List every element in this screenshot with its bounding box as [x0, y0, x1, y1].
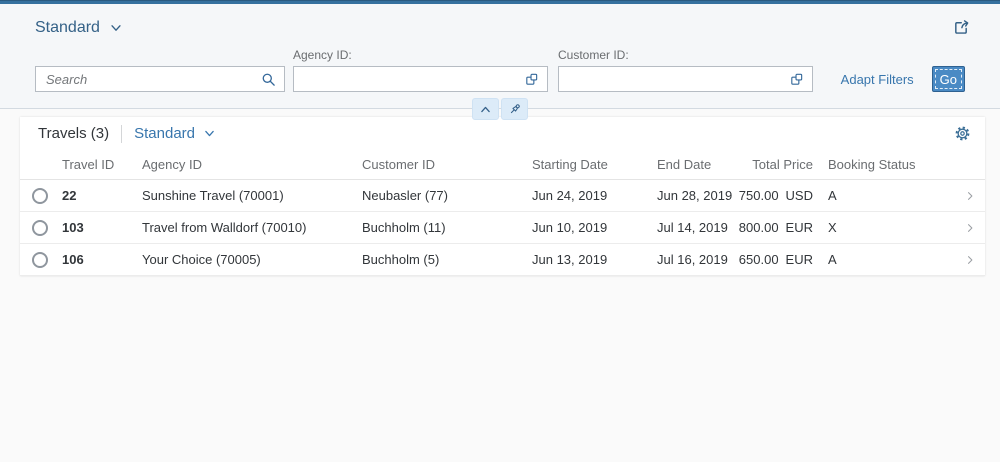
cell-total-price: 750.00 USD [735, 188, 815, 203]
search-field-group [35, 66, 285, 92]
column-header-total-price: Total Price [752, 157, 813, 172]
filter-bar: Agency ID: Customer ID: [0, 44, 1000, 92]
filter-actions: Adapt Filters Go [841, 66, 965, 92]
page-title: Standard [35, 19, 100, 36]
cell-travel-id: 106 [62, 252, 84, 267]
value-help-icon [524, 72, 539, 87]
price-amount: 800.00 [738, 220, 779, 235]
share-button[interactable] [950, 16, 972, 41]
table-row[interactable]: 22 Sunshine Travel (70001) Neubasler (77… [20, 180, 985, 212]
cell-customer-id: Neubasler (77) [362, 188, 448, 203]
chevron-right-icon [964, 190, 976, 202]
cell-starting-date: Jun 13, 2019 [532, 252, 608, 267]
chevron-right-icon [964, 222, 976, 234]
travels-table: Travels (3) Standard Travel ID Agency ID… [20, 117, 985, 276]
dynamic-page-header: Standard Search Agency ID: Customer ID: … [0, 4, 1000, 120]
cell-travel-id: 103 [62, 220, 84, 235]
table-variant-label: Standard [134, 125, 196, 142]
cell-agency-id: Your Choice (70005) [142, 252, 261, 267]
cell-booking-status: X [828, 220, 837, 235]
search-input[interactable] [46, 71, 259, 87]
cell-booking-status: A [828, 188, 837, 203]
cell-total-price: 800.00 EUR [735, 220, 815, 235]
row-select-radio[interactable] [32, 219, 48, 236]
chevron-up-icon [479, 103, 492, 116]
cell-total-price: 650.00 EUR [735, 252, 815, 267]
customer-id-label: Customer ID: [558, 48, 629, 62]
table-row[interactable]: 103 Travel from Walldorf (70010) Buchhol… [20, 212, 985, 244]
row-select-radio[interactable] [32, 251, 48, 268]
title-row: Standard [0, 4, 1000, 44]
table-variant-selector[interactable]: Standard [134, 125, 216, 142]
search-button[interactable] [259, 72, 278, 87]
agency-id-field-group: Agency ID: [293, 48, 548, 92]
column-header-travel-id: Travel ID [62, 157, 115, 172]
gear-icon [954, 125, 971, 142]
table-title: Travels (3) [38, 125, 110, 142]
table-header-row: Travel ID Agency ID Customer ID Starting… [20, 150, 985, 180]
go-button[interactable]: Go [931, 66, 965, 92]
search-input-box [35, 66, 285, 92]
header-anchor-buttons [472, 98, 528, 120]
pin-header-button[interactable] [501, 98, 528, 120]
table-row[interactable]: 106 Your Choice (70005) Buchholm (5) Jun… [20, 244, 985, 276]
row-select-radio[interactable] [32, 187, 48, 204]
customer-id-input[interactable] [569, 71, 787, 87]
column-header-booking-status: Booking Status [828, 157, 916, 172]
price-currency: EUR [785, 252, 813, 267]
price-amount: 650.00 [738, 252, 779, 267]
toolbar-separator [121, 124, 123, 143]
cell-customer-id: Buchholm (5) [362, 252, 440, 267]
column-header-starting-date: Starting Date [532, 157, 608, 172]
chevron-down-icon [109, 21, 123, 35]
agency-id-label: Agency ID: [293, 48, 352, 62]
customer-id-value-help-button[interactable] [787, 72, 806, 87]
price-amount: 750.00 [738, 188, 779, 203]
agency-id-input[interactable] [304, 71, 522, 87]
price-currency: USD [785, 188, 813, 203]
cell-travel-id: 22 [62, 188, 77, 203]
customer-id-input-box [558, 66, 813, 92]
chevron-down-icon [203, 127, 216, 140]
cell-end-date: Jun 28, 2019 [657, 188, 733, 203]
table-toolbar: Travels (3) Standard [20, 117, 985, 150]
page-variant-selector[interactable]: Standard [35, 19, 123, 37]
search-icon [261, 72, 276, 87]
share-icon [952, 18, 970, 36]
column-header-end-date: End Date [657, 157, 712, 172]
agency-id-input-box [293, 66, 548, 92]
column-header-agency-id: Agency ID [142, 157, 202, 172]
cell-starting-date: Jun 10, 2019 [532, 220, 608, 235]
page-content: Travels (3) Standard Travel ID Agency ID… [0, 109, 1000, 276]
value-help-icon [789, 72, 804, 87]
price-currency: EUR [785, 220, 813, 235]
cell-customer-id: Buchholm (11) [362, 220, 446, 235]
cell-end-date: Jul 16, 2019 [657, 252, 728, 267]
agency-id-value-help-button[interactable] [522, 72, 541, 87]
collapse-header-button[interactable] [472, 98, 499, 120]
cell-end-date: Jul 14, 2019 [657, 220, 728, 235]
column-header-customer-id: Customer ID [362, 157, 435, 172]
adapt-filters-button[interactable]: Adapt Filters [841, 72, 914, 87]
pin-icon [508, 102, 522, 116]
chevron-right-icon [964, 254, 976, 266]
cell-booking-status: A [828, 252, 837, 267]
cell-agency-id: Travel from Walldorf (70010) [142, 220, 307, 235]
cell-agency-id: Sunshine Travel (70001) [142, 188, 284, 203]
cell-starting-date: Jun 24, 2019 [532, 188, 608, 203]
table-settings-button[interactable] [950, 121, 975, 146]
customer-id-field-group: Customer ID: [558, 48, 813, 92]
